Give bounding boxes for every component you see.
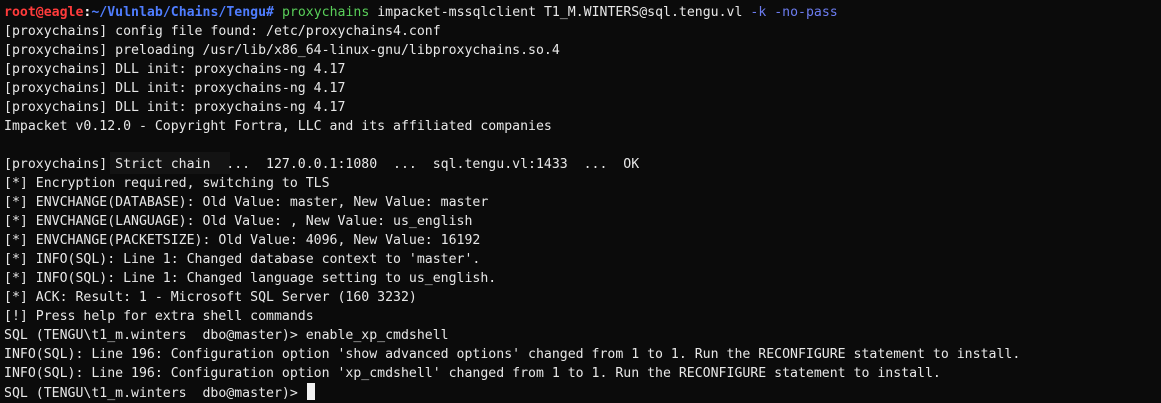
prompt-path: ~/Vulnlab/Chains/Tengu xyxy=(91,5,267,20)
text-cursor xyxy=(306,383,315,400)
output-line: [*] ACK: Result: 1 - Microsoft SQL Serve… xyxy=(4,290,417,305)
output-line: [proxychains] config file found: /etc/pr… xyxy=(4,24,441,39)
output-line: [proxychains] DLL init: proxychains-ng 4… xyxy=(4,62,346,77)
prompt-user-host: root@eagle xyxy=(4,5,84,20)
command-binary: proxychains xyxy=(281,5,370,20)
prompt-symbol: # xyxy=(266,5,274,20)
command-flags: -k -no-pass xyxy=(750,5,838,20)
output-line: [*] INFO(SQL): Line 1: Changed language … xyxy=(4,271,497,286)
output-line: Impacket v0.12.0 - Copyright Fortra, LLC… xyxy=(4,119,552,134)
terminal-output: [proxychains] config file found: /etc/pr… xyxy=(4,22,1161,383)
command-arguments: impacket-mssqlclient T1_M.WINTERS@sql.te… xyxy=(369,5,751,20)
active-input-line[interactable]: SQL (TENGU\t1_m.winters dbo@master)> xyxy=(4,383,1161,402)
output-line: [*] ENVCHANGE(PACKETSIZE): Old Value: 40… xyxy=(4,233,481,248)
output-line: [proxychains] preloading /usr/lib/x86_64… xyxy=(4,43,560,58)
output-line: [*] ENVCHANGE(LANGUAGE): Old Value: , Ne… xyxy=(4,214,473,229)
output-line: SQL (TENGU\t1_m.winters dbo@master)> ena… xyxy=(4,328,449,343)
output-line: [*] ENVCHANGE(DATABASE): Old Value: mast… xyxy=(4,195,489,210)
sql-prompt: SQL (TENGU\t1_m.winters dbo@master)> xyxy=(4,386,306,401)
output-line: [*] INFO(SQL): Line 1: Changed database … xyxy=(4,252,481,267)
output-line: INFO(SQL): Line 196: Configuration optio… xyxy=(4,366,941,381)
background-artifact xyxy=(110,152,230,174)
shell-command-line: root@eagle:~/Vulnlab/Chains/Tengu# proxy… xyxy=(4,3,1161,22)
output-line: [*] Encryption required, switching to TL… xyxy=(4,176,330,191)
output-line: INFO(SQL): Line 196: Configuration optio… xyxy=(4,347,1021,362)
output-line: [proxychains] DLL init: proxychains-ng 4… xyxy=(4,81,346,96)
output-line: [!] Press help for extra shell commands xyxy=(4,309,314,324)
terminal-window[interactable]: root@eagle:~/Vulnlab/Chains/Tengu# proxy… xyxy=(0,0,1161,403)
output-line: [proxychains] DLL init: proxychains-ng 4… xyxy=(4,100,346,115)
